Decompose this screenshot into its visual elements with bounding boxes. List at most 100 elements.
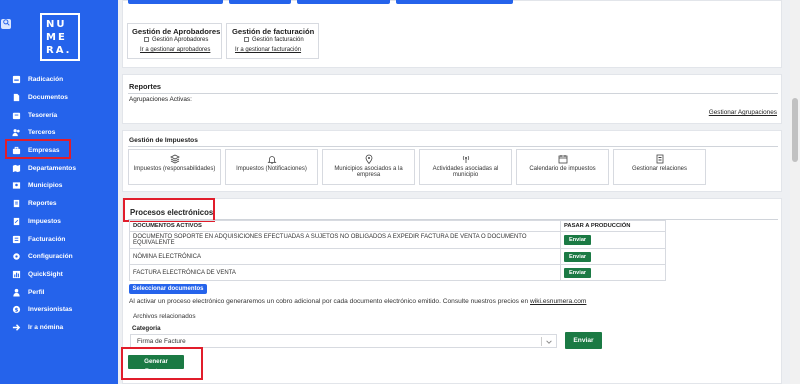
- sidebar-item-configuracion[interactable]: Configuración: [0, 248, 118, 266]
- map-pin-icon: [364, 154, 374, 165]
- highlight-empresas: [5, 139, 71, 159]
- billing-link[interactable]: Ir a gestionar facturación: [235, 47, 301, 53]
- pricing-notice: Al activar un proceso electrónico genera…: [129, 298, 586, 305]
- billing-card: Gestión de facturación Gestión facturaci…: [226, 23, 319, 59]
- active-documents-table: DOCUMENTOS ACTIVOS PASAR A PRODUCCIÓN DO…: [129, 220, 666, 281]
- logo-line: NU: [46, 19, 67, 30]
- tax-card-label: Actividades asociadas al municipio: [432, 166, 499, 178]
- manage-groups-link[interactable]: Gestionar Agrupaciones: [709, 109, 777, 116]
- doc-name: NÓMINA ELECTRÓNICA: [129, 248, 561, 265]
- sidebar-item-label: Radicación: [28, 76, 64, 84]
- divider: [128, 146, 778, 147]
- sidebar-item-perfil[interactable]: Perfil: [0, 283, 118, 301]
- tax-card-label: Gestionar relaciones: [631, 166, 688, 172]
- tax-card-label: Municipios asociados a la empresa: [334, 166, 403, 178]
- sidebar-item-documentos[interactable]: Documentos: [0, 89, 118, 107]
- sidebar-item-label: Impuestos: [28, 217, 61, 225]
- billing-checkbox-label: Gestión facturación: [252, 37, 304, 44]
- approvers-checkbox[interactable]: [144, 37, 149, 42]
- search-icon[interactable]: [1, 19, 11, 29]
- chevron-down-icon: [545, 338, 553, 346]
- sidebar: NU ME RA. Radicación Documentos Tesorerí…: [0, 0, 118, 384]
- top-tab-button[interactable]: [396, 0, 513, 4]
- select-divider: [541, 337, 542, 346]
- sidebar-item-label: Reportes: [28, 200, 57, 208]
- treasury-icon: [12, 111, 21, 120]
- sidebar-item-tesoreria[interactable]: Tesorería: [0, 106, 118, 124]
- sidebar-item-quicksight[interactable]: QuickSight: [0, 266, 118, 284]
- send-button[interactable]: Enviar: [564, 251, 592, 262]
- sidebar-item-ir-a-nomina[interactable]: Ir a nómina: [0, 319, 118, 337]
- table-row: NÓMINA ELECTRÓNICA Enviar: [129, 248, 666, 265]
- layers-icon: [169, 154, 180, 164]
- sidebar-item-radicacion[interactable]: Radicación: [0, 71, 118, 89]
- arrow-right-icon: [12, 323, 21, 332]
- sidebar-item-facturacion[interactable]: Facturación: [0, 230, 118, 248]
- table-header-row: DOCUMENTOS ACTIVOS PASAR A PRODUCCIÓN: [129, 220, 666, 232]
- sidebar-item-label: Inversionistas: [28, 306, 73, 314]
- reports-title: Reportes: [129, 82, 162, 91]
- page-scrollbar[interactable]: [790, 0, 800, 384]
- active-groups-label: Agrupaciones Activas:: [129, 96, 192, 103]
- sidebar-item-label: Tesorería: [28, 111, 58, 119]
- gear-icon: [12, 252, 21, 261]
- category-select[interactable]: Firma de Facture: [130, 334, 557, 348]
- approvers-title: Gestión de Aprobadores: [132, 27, 221, 36]
- sidebar-item-label: Configuración: [28, 253, 73, 261]
- numera-logo[interactable]: NU ME RA.: [40, 13, 80, 61]
- billing-checkbox[interactable]: [244, 37, 249, 42]
- document-icon: [12, 93, 21, 102]
- calendar-icon: [558, 154, 568, 164]
- broadcast-icon: [461, 154, 471, 164]
- tax-card-label: Impuestos (responsabilidades): [133, 166, 216, 172]
- tax-notifications-card[interactable]: Impuestos (Notificaciones): [225, 149, 318, 185]
- table-row: DOCUMENTO SOPORTE EN ADQUISICIONES EFECT…: [129, 231, 666, 249]
- reports-card: Reportes Agrupaciones Activas: Gestionar…: [122, 74, 782, 124]
- sidebar-nav: Radicación Documentos Tesorería Terceros…: [0, 71, 118, 336]
- tax-card-label: Impuestos (Notificaciones): [236, 166, 307, 172]
- doc-name: DOCUMENTO SOPORTE EN ADQUISICIONES EFECT…: [129, 231, 561, 249]
- billing-checkbox-row[interactable]: Gestión facturación: [244, 37, 304, 43]
- category-send-button[interactable]: Enviar: [565, 332, 602, 349]
- highlight-generate-invoice: [121, 347, 203, 380]
- sidebar-item-label: Facturación: [28, 235, 66, 243]
- users-icon: [12, 128, 21, 137]
- inbox-icon: [12, 75, 21, 84]
- approvers-checkbox-row[interactable]: Gestión Aprobadores: [144, 37, 208, 43]
- tax-activities-card[interactable]: Actividades asociadas al municipio: [419, 149, 512, 185]
- tax-responsibilities-card[interactable]: Impuestos (responsabilidades): [128, 149, 221, 185]
- tax-calendar-card[interactable]: Calendario de impuestos: [516, 149, 609, 185]
- col-docs-header: DOCUMENTOS ACTIVOS: [129, 220, 561, 232]
- sidebar-item-impuestos[interactable]: Impuestos: [0, 213, 118, 231]
- logo-line: RA.: [46, 45, 72, 56]
- divider: [128, 93, 778, 94]
- sidebar-item-label: Ir a nómina: [28, 323, 64, 331]
- prod-cell: Enviar: [560, 231, 666, 249]
- pricing-notice-text: Al activar un proceso electrónico genera…: [129, 298, 529, 305]
- tax-municipalities-card[interactable]: Municipios asociados a la empresa: [322, 149, 415, 185]
- sidebar-item-municipios[interactable]: Municipios: [0, 177, 118, 195]
- relations-icon: [655, 154, 665, 164]
- top-tab-button[interactable]: [229, 0, 291, 4]
- approvers-card: Gestión de Aprobadores Gestión Aprobador…: [127, 23, 222, 59]
- top-tab-button[interactable]: [128, 0, 223, 4]
- category-select-value: Firma de Facture: [137, 338, 186, 345]
- scrollbar-thumb[interactable]: [792, 98, 798, 162]
- send-button[interactable]: Enviar: [564, 235, 592, 245]
- sidebar-item-label: Municipios: [28, 182, 63, 190]
- sidebar-item-inversionistas[interactable]: $ Inversionistas: [0, 301, 118, 319]
- map-icon: [12, 164, 21, 173]
- sidebar-item-label: Terceros: [28, 129, 56, 137]
- send-button[interactable]: Enviar: [564, 267, 592, 278]
- approvers-link[interactable]: Ir a gestionar aprobadores: [140, 47, 210, 53]
- table-row: FACTURA ELECTRÓNICA DE VENTA Enviar: [129, 264, 666, 281]
- wiki-link[interactable]: wiki.esnumera.com: [530, 298, 586, 305]
- sidebar-item-departamentos[interactable]: Departamentos: [0, 159, 118, 177]
- tax-relations-card[interactable]: Gestionar relaciones: [613, 149, 706, 185]
- select-documents-button[interactable]: Seleccionar documentos: [129, 284, 207, 294]
- top-tab-button[interactable]: [297, 0, 390, 4]
- sidebar-item-reportes[interactable]: Reportes: [0, 195, 118, 213]
- sidebar-item-label: Documentos: [28, 94, 68, 102]
- logo-line: ME: [46, 32, 67, 43]
- chart-icon: [12, 270, 21, 279]
